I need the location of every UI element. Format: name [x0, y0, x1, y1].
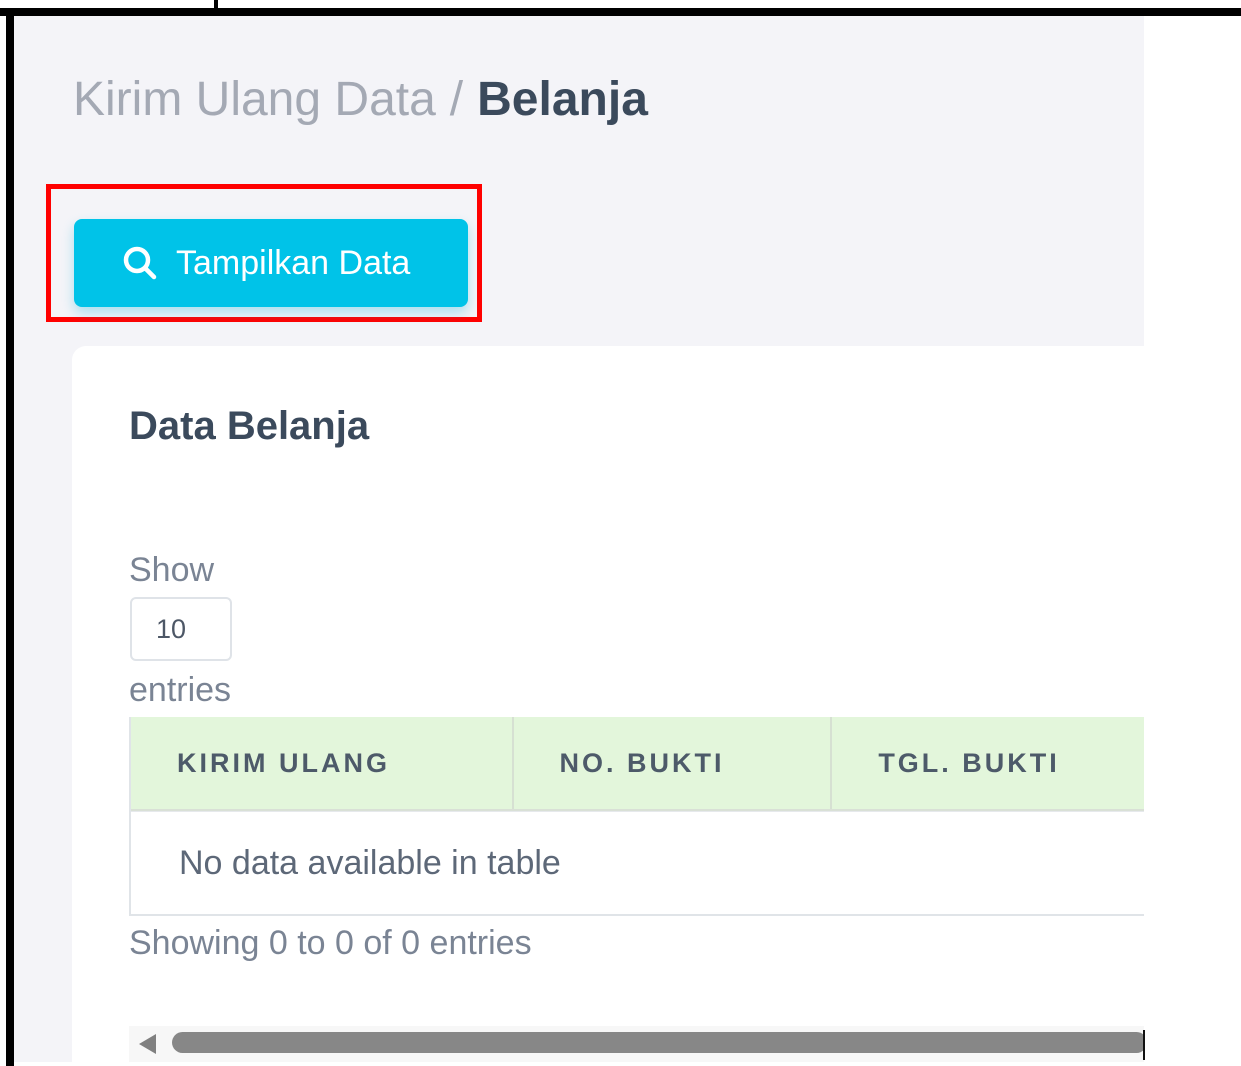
empty-table-message: No data available in table	[131, 811, 1144, 914]
search-icon	[123, 246, 157, 280]
data-table: KIRIM ULANG NO. BUKTI TGL. BUKTI No data…	[129, 717, 1144, 916]
length-suffix-label: entries	[129, 671, 232, 709]
page-viewport: Kirim Ulang Data / Belanja Tampilkan Data …	[14, 16, 1144, 1062]
show-data-button[interactable]: Tampilkan Data	[74, 219, 468, 307]
horizontal-scrollbar[interactable]	[129, 1026, 1144, 1062]
column-header-tgl-bukti[interactable]: TGL. BUKTI	[832, 717, 1144, 809]
breadcrumb-separator: /	[449, 73, 464, 126]
scrollbar-edge	[1143, 1030, 1145, 1060]
breadcrumb-current: Belanja	[477, 73, 648, 126]
table-info: Showing 0 to 0 of 0 entries	[129, 924, 532, 962]
scroll-left-arrow-icon[interactable]	[139, 1034, 156, 1054]
screenshot-frame-top	[0, 8, 1241, 16]
breadcrumb-parent[interactable]: Kirim Ulang Data	[73, 73, 436, 126]
card-title: Data Belanja	[129, 404, 370, 448]
breadcrumb: Kirim Ulang Data / Belanja	[73, 72, 648, 128]
screenshot-frame-left	[6, 8, 14, 1066]
table-header-row: KIRIM ULANG NO. BUKTI TGL. BUKTI	[131, 717, 1144, 811]
data-card: Data Belanja Show 10 entries KIRIM ULANG…	[72, 346, 1144, 1062]
entries-per-page-select[interactable]: 10	[130, 597, 232, 661]
column-header-kirim-ulang[interactable]: KIRIM ULANG	[131, 717, 514, 809]
show-data-label: Tampilkan Data	[176, 243, 411, 282]
scrollbar-thumb[interactable]	[172, 1032, 1144, 1053]
screenshot-frame-mark	[214, 0, 218, 8]
length-prefix-label: Show	[129, 551, 215, 589]
column-header-no-bukti[interactable]: NO. BUKTI	[514, 717, 833, 809]
